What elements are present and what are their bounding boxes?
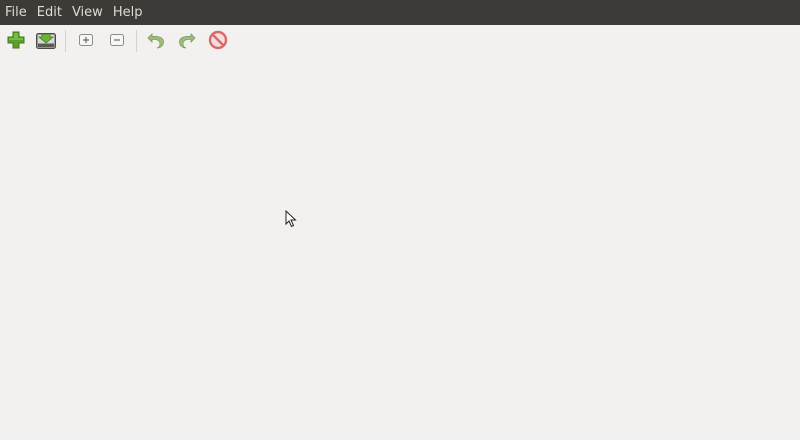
- toolbar: [0, 25, 800, 55]
- expand-button[interactable]: [73, 27, 99, 53]
- undo-button[interactable]: [143, 27, 169, 53]
- download-button[interactable]: [33, 27, 59, 53]
- menu-file[interactable]: File: [0, 0, 32, 25]
- main-content-area[interactable]: [0, 56, 800, 440]
- expand-icon: [79, 34, 93, 46]
- toolbar-separator: [65, 30, 66, 52]
- redo-button[interactable]: [174, 27, 200, 53]
- stop-icon: [208, 30, 228, 50]
- menu-bar: File Edit View Help: [0, 0, 800, 25]
- menu-edit[interactable]: Edit: [32, 0, 67, 25]
- undo-icon: [147, 33, 164, 49]
- collapse-button[interactable]: [104, 27, 130, 53]
- redo-icon: [179, 33, 196, 49]
- add-button[interactable]: [3, 27, 29, 53]
- collapse-icon: [110, 34, 124, 46]
- stop-button[interactable]: [205, 27, 231, 53]
- toolbar-separator: [136, 30, 137, 52]
- menu-help[interactable]: Help: [108, 0, 148, 25]
- save-download-icon: [36, 33, 56, 49]
- add-icon: [7, 31, 25, 49]
- menu-view[interactable]: View: [67, 0, 108, 25]
- mouse-cursor-icon: [285, 210, 297, 228]
